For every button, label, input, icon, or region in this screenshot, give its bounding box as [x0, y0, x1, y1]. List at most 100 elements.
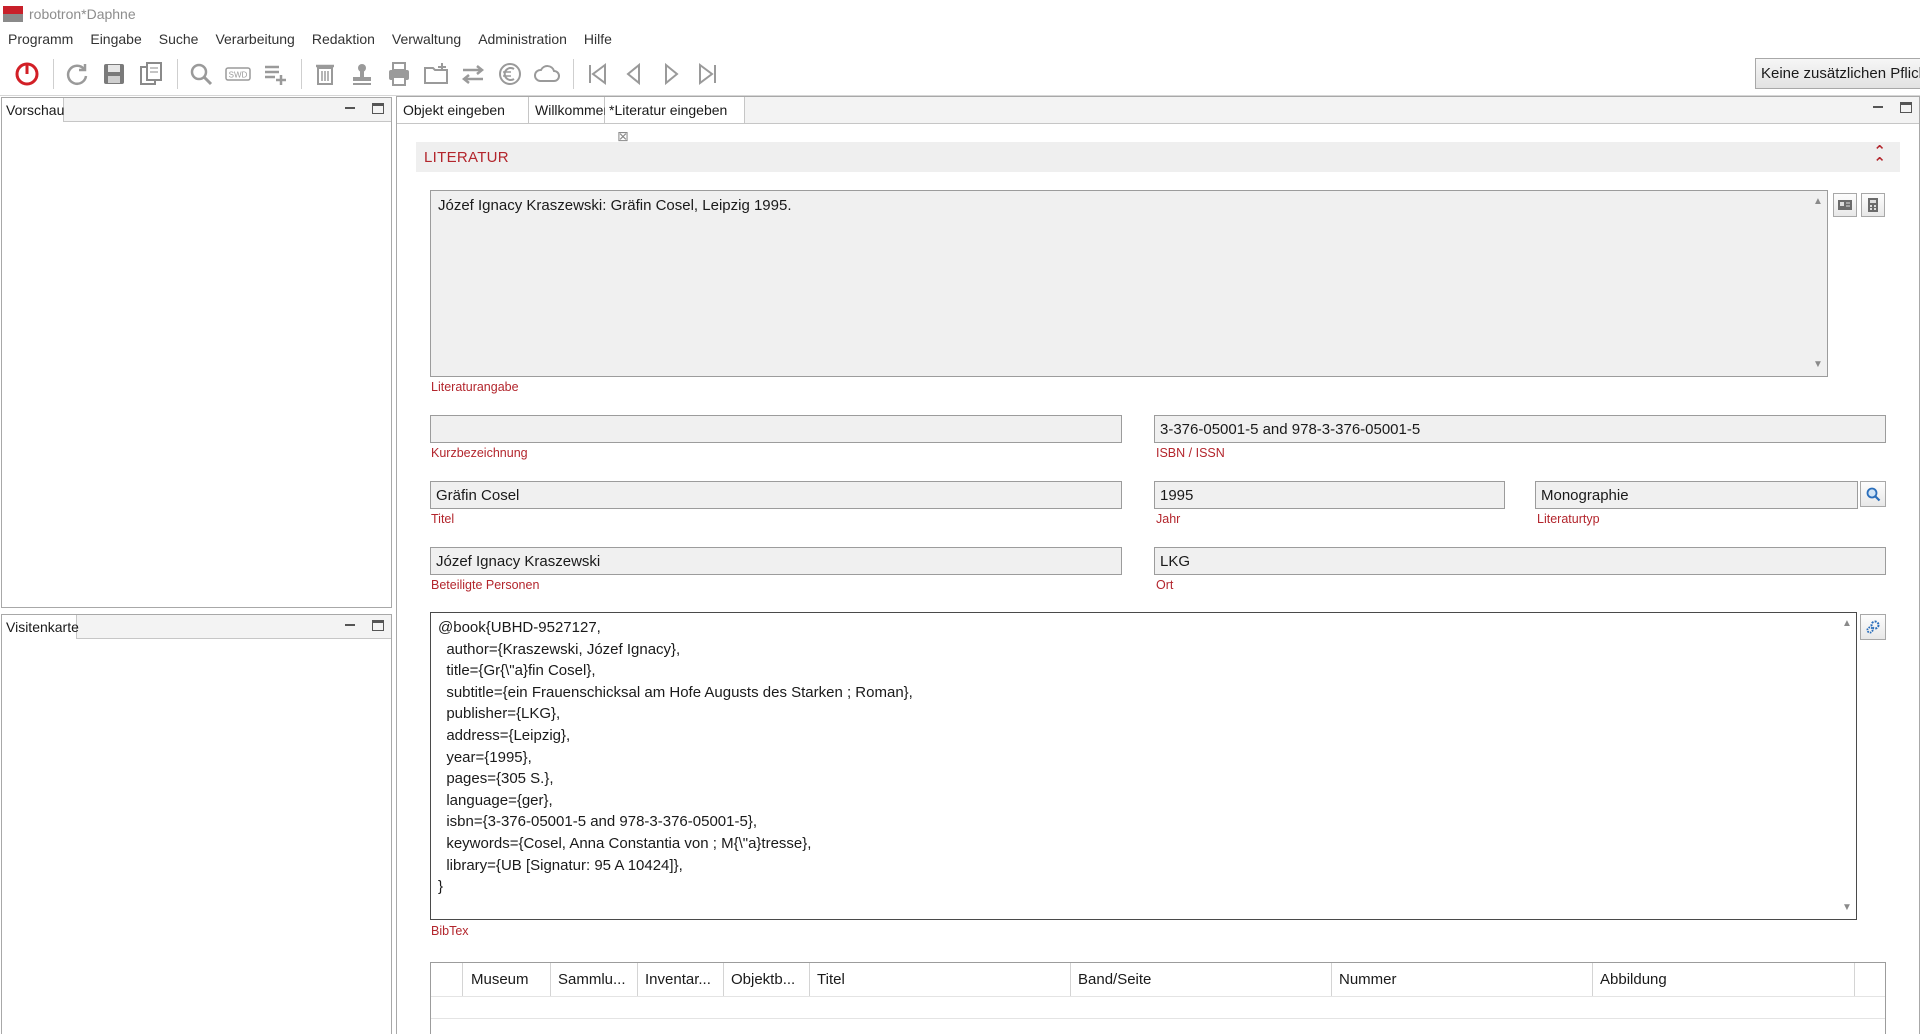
kurzbezeichnung-field[interactable]: [430, 415, 1122, 443]
next-record-icon: [665, 62, 679, 85]
table-row[interactable]: [431, 996, 1885, 1018]
power-button[interactable]: [10, 57, 44, 91]
literature-objects-table: Museum Sammlu... Inventar... Objektb... …: [430, 962, 1886, 1034]
previous-record-button[interactable]: [617, 57, 651, 91]
tab-vorschau[interactable]: Vorschau: [2, 98, 64, 122]
scrollbar[interactable]: ▲ ▼: [1811, 195, 1825, 372]
gears-icon: [1866, 620, 1880, 634]
minimize-icon[interactable]: [1871, 100, 1885, 114]
column-abbildung[interactable]: Abbildung: [1592, 963, 1855, 996]
literaturtyp-search-button[interactable]: [1860, 481, 1886, 507]
isbn-label: ISBN / ISSN: [1156, 446, 1225, 460]
menu-verwaltung[interactable]: Verwaltung: [392, 31, 461, 47]
maximize-icon[interactable]: [371, 101, 385, 115]
menu-suche[interactable]: Suche: [159, 31, 199, 47]
last-record-button[interactable]: [691, 57, 725, 91]
column-museum[interactable]: Museum: [463, 963, 551, 996]
titel-label: Titel: [431, 512, 455, 526]
literatur-section-header[interactable]: LITERATUR ⌃ ⌃: [416, 142, 1900, 172]
delete-button[interactable]: [308, 57, 342, 91]
ort-field[interactable]: LKG: [1154, 547, 1886, 575]
search-icon: [1866, 487, 1881, 502]
isbn-field[interactable]: 3-376-05001-5 and 978-3-376-05001-5: [1154, 415, 1886, 443]
delete-icon: [316, 64, 334, 85]
literaturangabe-label: Literaturangabe: [431, 380, 519, 394]
menu-verarbeitung[interactable]: Verarbeitung: [215, 31, 294, 47]
copy-button[interactable]: [134, 57, 168, 91]
add-list-button[interactable]: [258, 57, 292, 91]
last-record-icon: [699, 62, 716, 85]
scrollbar[interactable]: ▲ ▼: [1840, 617, 1854, 915]
card-panel: Visitenkarte: [1, 614, 392, 1034]
copy-icon: [140, 61, 162, 85]
table-row[interactable]: [431, 1018, 1885, 1034]
euro-icon: [499, 62, 521, 85]
personen-field[interactable]: Józef Ignacy Kraszewski: [430, 547, 1122, 575]
tab-literatur-eingeben[interactable]: *Literatur eingeben⊠: [605, 97, 745, 144]
previous-record-icon: [626, 62, 640, 85]
search-button[interactable]: [184, 57, 218, 91]
maximize-icon[interactable]: [371, 618, 385, 632]
personen-label: Beteiligte Personen: [431, 578, 540, 592]
table-header-select[interactable]: [431, 963, 463, 996]
toolbar: SWD: [0, 52, 1920, 96]
search-icon: [190, 63, 213, 85]
cloud-button[interactable]: [530, 57, 564, 91]
kurzbezeichnung-label: Kurzbezeichnung: [431, 446, 528, 460]
swd-button[interactable]: SWD: [221, 57, 255, 91]
window-title: robotron*Daphne: [29, 6, 136, 22]
ort-label: Ort: [1156, 578, 1174, 592]
app-logo-icon: [3, 6, 23, 22]
transfer-button[interactable]: [456, 57, 490, 91]
collapse-chevron-icon[interactable]: ⌃ ⌃: [1873, 144, 1886, 171]
print-icon: [389, 61, 409, 86]
section-title: LITERATUR: [424, 149, 509, 166]
menu-administration[interactable]: Administration: [478, 31, 567, 47]
add-list-icon: [265, 65, 286, 85]
maximize-icon[interactable]: [1899, 100, 1913, 114]
column-band-seite[interactable]: Band/Seite: [1070, 963, 1332, 996]
save-icon: [104, 63, 124, 84]
folder-add-button[interactable]: [419, 57, 453, 91]
transfer-icon: [461, 64, 485, 84]
calculator-icon: [1868, 198, 1878, 212]
titel-field[interactable]: Gräfin Cosel: [430, 481, 1122, 509]
menu-eingabe[interactable]: Eingabe: [90, 31, 141, 47]
column-objektbezeichnung[interactable]: Objektb...: [723, 963, 810, 996]
minimize-icon[interactable]: [343, 618, 357, 632]
tab-willkommen[interactable]: Willkommen: [529, 97, 611, 123]
first-record-button[interactable]: [580, 57, 614, 91]
literaturangabe-field[interactable]: Józef Ignacy Kraszewski: Gräfin Cosel, L…: [430, 190, 1828, 377]
menu-programm[interactable]: Programm: [8, 31, 73, 47]
jahr-field[interactable]: 1995: [1154, 481, 1505, 509]
tab-objekt-eingeben[interactable]: Objekt eingeben: [397, 97, 529, 123]
column-inventar[interactable]: Inventar...: [637, 963, 724, 996]
save-button[interactable]: [97, 57, 131, 91]
tab-visitenkarte[interactable]: Visitenkarte: [2, 615, 79, 639]
bibtex-settings-button[interactable]: [1860, 614, 1886, 640]
stamp-icon: [353, 63, 371, 85]
print-button[interactable]: [382, 57, 416, 91]
menu-hilfe[interactable]: Hilfe: [584, 31, 612, 47]
swd-icon: SWD: [225, 66, 251, 81]
calculator-button[interactable]: [1861, 193, 1885, 217]
column-nummer[interactable]: Nummer: [1331, 963, 1593, 996]
first-record-icon: [589, 62, 606, 85]
refresh-icon: [66, 63, 88, 85]
column-sammlung[interactable]: Sammlu...: [550, 963, 638, 996]
menu-redaktion[interactable]: Redaktion: [312, 31, 375, 47]
preview-panel: Vorschau: [1, 97, 392, 608]
literaturtyp-label: Literaturtyp: [1537, 512, 1600, 526]
minimize-icon[interactable]: [343, 101, 357, 115]
column-titel[interactable]: Titel: [809, 963, 1071, 996]
bibtex-field[interactable]: @book{UBHD-9527127, author={Kraszewski, …: [430, 612, 1857, 920]
euro-button[interactable]: [493, 57, 527, 91]
cloud-icon: [534, 64, 560, 82]
stamp-button[interactable]: [345, 57, 379, 91]
refresh-button[interactable]: [60, 57, 94, 91]
card-button[interactable]: [1833, 193, 1857, 217]
next-record-button[interactable]: [654, 57, 688, 91]
literaturtyp-field[interactable]: Monographie: [1535, 481, 1858, 509]
jahr-label: Jahr: [1156, 512, 1181, 526]
required-fields-button[interactable]: Keine zusätzlichen Pflichtfelder: [1755, 58, 1920, 89]
